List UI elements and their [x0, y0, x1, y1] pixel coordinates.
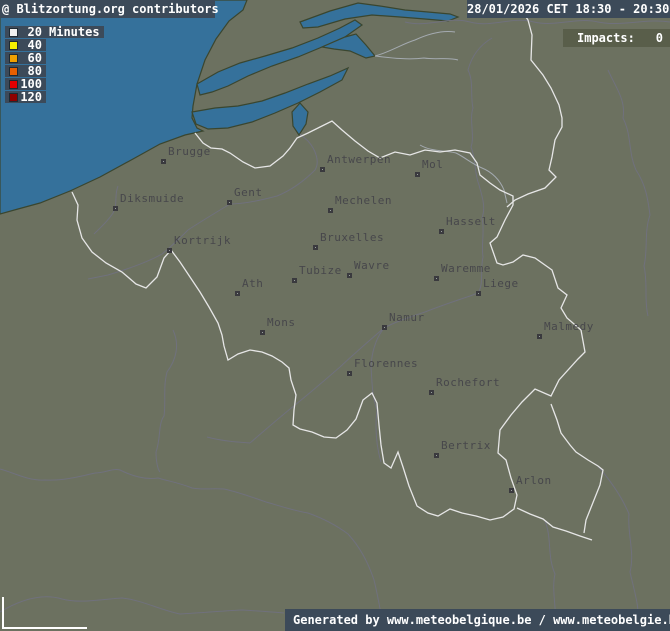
credit-bar: @ Blitzortung.org contributors	[0, 0, 215, 18]
city-label: Waremme	[441, 262, 491, 275]
city-label: Diksmuide	[120, 192, 184, 205]
legend-value: 120	[18, 91, 42, 103]
legend-row: 100	[5, 78, 46, 90]
city-label: Malmedy	[544, 320, 594, 333]
impacts-box: Impacts: 0	[563, 29, 670, 47]
credit-text: @ Blitzortung.org contributors	[2, 2, 219, 16]
city-marker-icon	[260, 330, 265, 335]
city-label: Antwerpen	[327, 153, 391, 166]
city-label: Rochefort	[436, 376, 500, 389]
city-label: Tubize	[299, 264, 342, 277]
impacts-label: Impacts:	[577, 31, 635, 45]
city-marker-icon	[509, 488, 514, 493]
datetime-text: 28/01/2026 CET 18:30 - 20:30	[467, 2, 669, 16]
datetime-bar: 28/01/2026 CET 18:30 - 20:30	[467, 0, 670, 18]
city-label: Hasselt	[446, 215, 496, 228]
legend-swatch-icon	[9, 54, 18, 63]
legend-swatch-icon	[9, 80, 18, 89]
legend-row: 120	[5, 91, 46, 103]
city-label: Kortrijk	[174, 234, 231, 247]
city-marker-icon	[434, 276, 439, 281]
city-label: Bruxelles	[320, 231, 384, 244]
city-marker-icon	[476, 291, 481, 296]
city-label: Ath	[242, 277, 263, 290]
city-label: Wavre	[354, 259, 390, 272]
city-label: Arlon	[516, 474, 552, 487]
impacts-value: 0	[656, 31, 663, 45]
city-marker-icon	[537, 334, 542, 339]
legend-value: 40	[18, 39, 42, 51]
city-marker-icon	[347, 273, 352, 278]
legend-swatch-icon	[9, 67, 18, 76]
city-marker-icon	[439, 229, 444, 234]
legend-value: 20	[18, 26, 42, 38]
city-label: Mol	[422, 158, 443, 171]
legend-value: 60	[18, 52, 42, 64]
legend-value: 100	[18, 78, 42, 90]
city-label: Mechelen	[335, 194, 392, 207]
city-marker-icon	[227, 200, 232, 205]
legend-row: 80	[5, 65, 46, 77]
city-marker-icon	[347, 371, 352, 376]
city-label: Liege	[483, 277, 519, 290]
city-marker-icon	[292, 278, 297, 283]
legend-swatch-icon	[9, 28, 18, 37]
legend-row: 60	[5, 52, 46, 64]
city-marker-icon	[161, 159, 166, 164]
city-marker-icon	[415, 172, 420, 177]
city-marker-icon	[320, 167, 325, 172]
city-label: Brugge	[168, 145, 211, 158]
city-label: Mons	[267, 316, 296, 329]
city-label: Bertrix	[441, 439, 491, 452]
legend-value: 80	[18, 65, 42, 77]
legend-swatch-icon	[9, 41, 18, 50]
city-marker-icon	[313, 245, 318, 250]
city-marker-icon	[328, 208, 333, 213]
city-label: Gent	[234, 186, 263, 199]
city-marker-icon	[167, 248, 172, 253]
legend: 20 Minutes 40 60 80 100 120	[5, 26, 104, 104]
lightning-map-screen: Brugge Diksmuide Gent Kortrijk Antwerpen…	[0, 0, 670, 631]
legend-swatch-icon	[9, 93, 18, 102]
city-marker-icon	[382, 325, 387, 330]
city-marker-icon	[434, 453, 439, 458]
footer-bar: Generated by www.meteobelgique.be / www.…	[285, 609, 670, 631]
city-label: Namur	[389, 311, 425, 324]
footer-text: Generated by www.meteobelgique.be / www.…	[293, 613, 670, 627]
city-marker-icon	[235, 291, 240, 296]
city-label: Florennes	[354, 357, 418, 370]
legend-suffix: Minutes	[49, 26, 100, 38]
legend-row: 20 Minutes	[5, 26, 104, 38]
city-marker-icon	[429, 390, 434, 395]
legend-row: 40	[5, 39, 46, 51]
city-marker-icon	[113, 206, 118, 211]
